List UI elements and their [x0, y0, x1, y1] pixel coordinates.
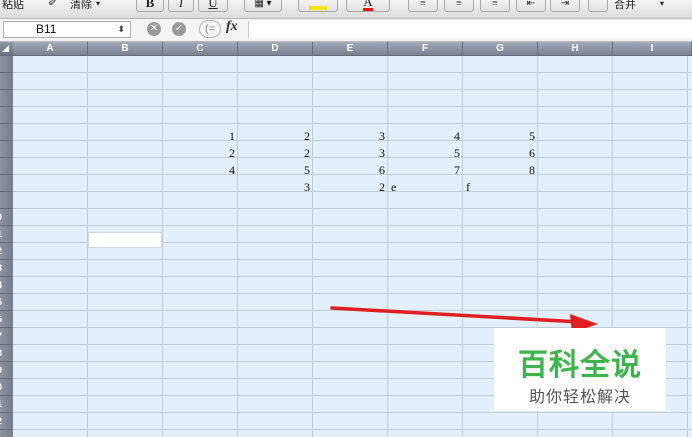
watermark-logo: 百科全说 助你轻松解决 [494, 328, 666, 411]
watermark-title: 百科全说 [518, 349, 642, 382]
watermark-subtitle: 助你轻松解决 [528, 389, 631, 406]
